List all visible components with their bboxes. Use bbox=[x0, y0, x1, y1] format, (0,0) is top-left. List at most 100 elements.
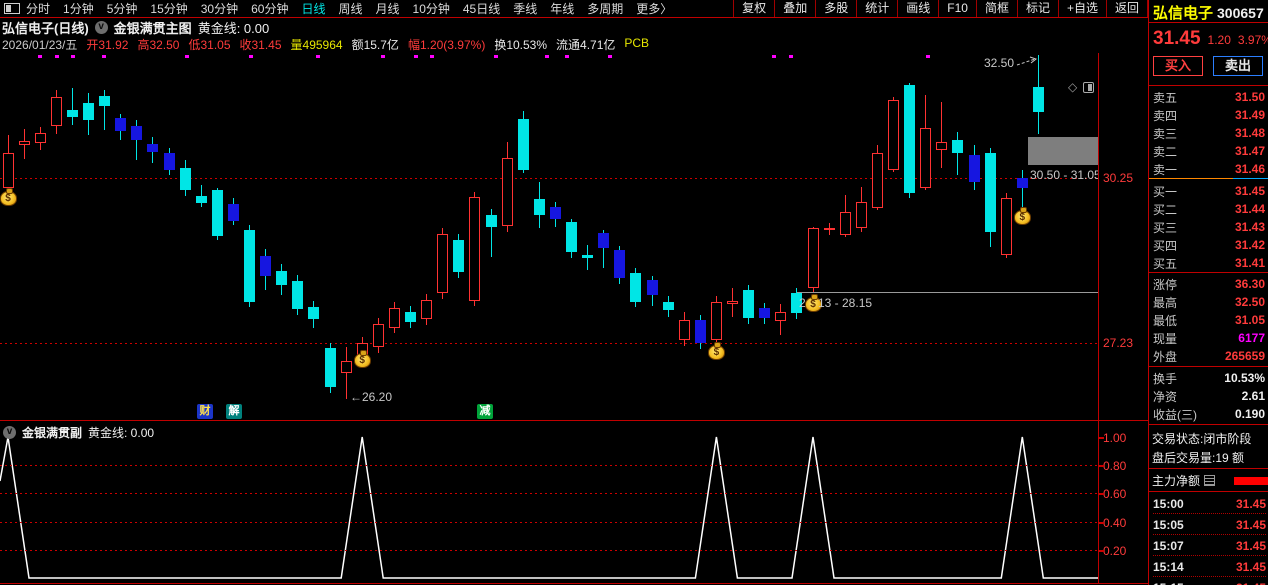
period-tab-季线[interactable]: 季线 bbox=[513, 0, 537, 17]
bid-row[interactable]: 买四 31.42 bbox=[1153, 236, 1265, 254]
diamond-icon[interactable]: ◇ bbox=[1068, 80, 1077, 94]
candle-up bbox=[823, 227, 835, 230]
period-tab-15分钟[interactable]: 15分钟 bbox=[150, 0, 187, 17]
stat-row-value: 36.30 bbox=[1234, 277, 1265, 291]
candle-down bbox=[276, 270, 288, 286]
stat-row-value: 10.53% bbox=[1224, 371, 1265, 385]
period-tab-分时[interactable]: 分时 bbox=[26, 0, 50, 17]
ask-row[interactable]: 卖三 31.48 bbox=[1153, 124, 1265, 142]
top-toolbar: 分时 1分钟 5分钟 15分钟 30分钟 60分钟 日线 周线 月线 10分钟 45日线 季线 年线 多周… bbox=[0, 0, 1148, 18]
gap-range-label-prefix: 2 bbox=[799, 296, 806, 310]
sub-axis-label: 0.20 bbox=[1103, 543, 1127, 558]
candle-up bbox=[871, 152, 883, 209]
main-indicator-name[interactable]: 金银满贯主图 bbox=[114, 18, 192, 37]
bid-row[interactable]: 买三 31.43 bbox=[1153, 218, 1265, 236]
sub-axis-label: 1.00 bbox=[1103, 431, 1127, 445]
ask-row-value: 31.49 bbox=[1234, 108, 1265, 122]
last-price: 31.45 bbox=[1153, 28, 1201, 49]
toolbar-action-画线[interactable]: 画线 bbox=[897, 0, 938, 17]
candle-up bbox=[936, 141, 948, 151]
period-tab-60分钟[interactable]: 60分钟 bbox=[251, 0, 288, 17]
chevron-down-icon[interactable]: v bbox=[3, 426, 16, 439]
toolbar-action-+自选[interactable]: +自选 bbox=[1057, 0, 1106, 17]
period-tab-45日线[interactable]: 45日线 bbox=[463, 0, 500, 17]
toolbar-action-标记[interactable]: 标记 bbox=[1016, 0, 1058, 17]
bid-row-label: 买一 bbox=[1153, 184, 1178, 199]
ask-row[interactable]: 卖二 31.47 bbox=[1153, 142, 1265, 160]
badge-解[interactable]: 解 bbox=[226, 404, 242, 419]
sell-button[interactable]: 卖出 bbox=[1213, 56, 1263, 76]
chart-title-row: 弘信电子(日线) v 金银满贯主图 黄金线: 0.00 bbox=[2, 18, 269, 37]
sub-indicator-chart[interactable]: v 金银满贯副 黄金线: 0.00 bbox=[0, 421, 1098, 583]
bid-row[interactable]: 买二 31.44 bbox=[1153, 200, 1265, 218]
bid-row[interactable]: 买五 31.41 bbox=[1153, 254, 1265, 272]
signal-dot bbox=[608, 55, 612, 58]
chevron-down-icon[interactable]: v bbox=[94, 20, 108, 34]
candle-down bbox=[195, 196, 207, 204]
period-tab-周线[interactable]: 周线 bbox=[338, 0, 362, 17]
period-tab-多周期[interactable]: 多周期 bbox=[587, 0, 623, 17]
period-tab-1分钟[interactable]: 1分钟 bbox=[63, 0, 94, 17]
toolbar-action-统计[interactable]: 统计 bbox=[856, 0, 897, 17]
period-tab-30分钟[interactable]: 30分钟 bbox=[201, 0, 238, 17]
candle-blue bbox=[598, 233, 610, 248]
period-tab-5分钟[interactable]: 5分钟 bbox=[107, 0, 138, 17]
ask-row[interactable]: 卖五 31.50 bbox=[1153, 88, 1265, 106]
info-token: 量495964 bbox=[290, 38, 343, 52]
main-candlestick-chart[interactable]: $ $ $ $ $32.50 ←26.20 2 13 - 28.15 30.50 - 31.05… bbox=[0, 53, 1098, 420]
stat-row-value: 2.61 bbox=[1241, 389, 1265, 403]
info-token: 低31.05 bbox=[188, 38, 231, 52]
main-flow-row[interactable]: 主力净额 bbox=[1152, 472, 1268, 489]
bid-row-value: 31.44 bbox=[1234, 202, 1265, 216]
candle-down bbox=[308, 306, 320, 319]
period-tab-10分钟[interactable]: 10分钟 bbox=[413, 0, 450, 17]
candle-up bbox=[727, 300, 738, 305]
period-tab-月线[interactable]: 月线 bbox=[376, 0, 400, 17]
badge-财[interactable]: 财 bbox=[197, 404, 213, 419]
candle-down bbox=[211, 190, 223, 236]
candle-wick bbox=[941, 102, 943, 169]
bid-row[interactable]: 买一 31.45 bbox=[1153, 182, 1265, 200]
price-axis-label: 27.23 bbox=[1103, 336, 1134, 350]
candle-up bbox=[469, 197, 481, 301]
money-bag-icon: $ bbox=[0, 188, 17, 207]
toolbar-action-简框[interactable]: 简框 bbox=[975, 0, 1017, 17]
candle-blue bbox=[549, 206, 561, 219]
period-tab-日线[interactable]: 日线 bbox=[301, 0, 325, 17]
info-token: 高32.50 bbox=[137, 38, 180, 52]
stock-code: 300657 bbox=[1217, 5, 1264, 21]
ask-row-label: 卖三 bbox=[1153, 126, 1178, 141]
candle-down bbox=[952, 139, 964, 153]
candle-up bbox=[2, 153, 14, 189]
window-split-icon[interactable] bbox=[4, 3, 20, 14]
period-tab-年线[interactable]: 年线 bbox=[550, 0, 574, 17]
candle-blue bbox=[759, 308, 771, 318]
quote-title: 弘信电子 300657 bbox=[1153, 2, 1264, 23]
toolbar-action-多股[interactable]: 多股 bbox=[815, 0, 856, 17]
candle-blue bbox=[115, 117, 127, 131]
sub-indicator-name[interactable]: 金银满贯副 bbox=[22, 424, 82, 441]
dashed-arrow-icon bbox=[1016, 56, 1038, 66]
toolbar-action-F10[interactable]: F10 bbox=[938, 0, 976, 17]
toolbar-action-复权[interactable]: 复权 bbox=[733, 0, 774, 17]
badge-减[interactable]: 减 bbox=[477, 404, 493, 419]
money-bag-icon: $ bbox=[1013, 206, 1031, 225]
buy-button[interactable]: 买入 bbox=[1153, 56, 1203, 76]
candle-up bbox=[501, 157, 513, 227]
candle-down bbox=[99, 96, 111, 106]
candle-blue bbox=[131, 126, 143, 140]
toolbar-action-叠加[interactable]: 叠加 bbox=[774, 0, 815, 17]
panel-layout-icon[interactable] bbox=[1083, 81, 1095, 93]
price-change: 1.20 bbox=[1207, 33, 1231, 47]
gap-box-label: 30.50 - 31.05 bbox=[1030, 168, 1098, 182]
candle-down bbox=[179, 168, 191, 190]
period-tab-更多〉[interactable]: 更多〉 bbox=[636, 0, 672, 17]
candle-blue bbox=[646, 280, 658, 295]
candle-blue bbox=[260, 256, 272, 276]
ask-row-value: 31.46 bbox=[1234, 162, 1265, 176]
toolbar-action-返回[interactable]: 返回 bbox=[1105, 0, 1148, 17]
trade-price: 31.45 bbox=[1235, 538, 1266, 553]
list-icon[interactable] bbox=[1204, 475, 1216, 486]
ask-row[interactable]: 卖一 31.46 bbox=[1153, 160, 1265, 178]
ask-row[interactable]: 卖四 31.49 bbox=[1153, 106, 1265, 124]
